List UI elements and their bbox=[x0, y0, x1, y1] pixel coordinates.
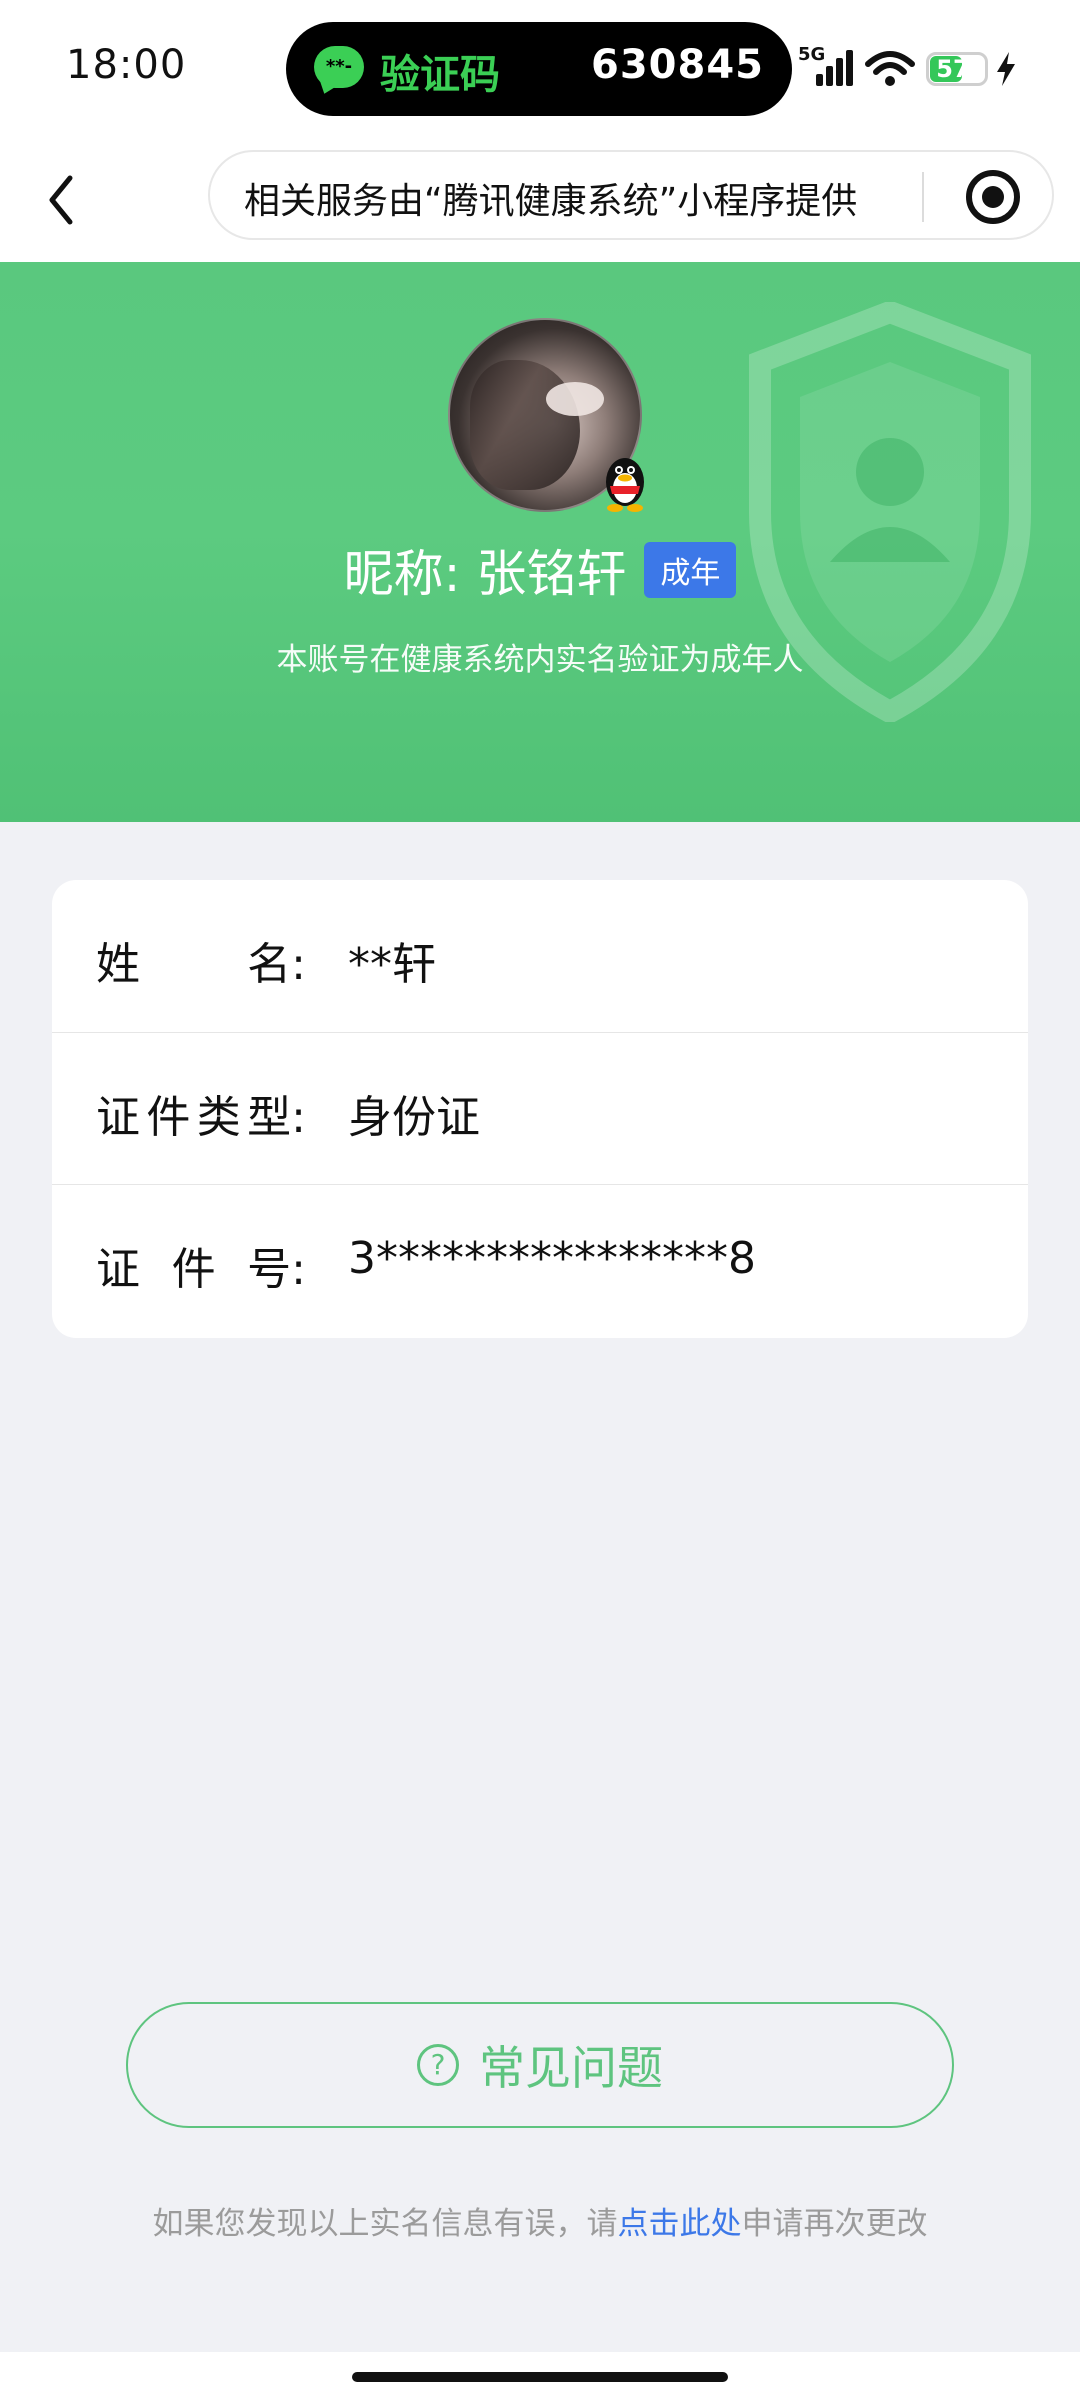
battery-icon: 57 bbox=[926, 52, 988, 86]
label-char: 名: bbox=[247, 939, 306, 990]
sms-code-notification[interactable]: **- 验证码 630845 bbox=[286, 22, 792, 116]
label-char: 类 bbox=[196, 1092, 241, 1143]
click-here-link[interactable]: 点击此处 bbox=[618, 2206, 742, 2242]
service-provider-capsule[interactable]: 相关服务由“腾讯健康系统”小程序提供 bbox=[208, 150, 1054, 240]
adult-badge: 成年 bbox=[644, 542, 737, 598]
correction-note-prefix: 如果您发现以上实名信息有误，请 bbox=[152, 2206, 618, 2242]
label-char: 型: bbox=[247, 1092, 306, 1143]
home-indicator[interactable] bbox=[352, 2372, 728, 2382]
qq-penguin-icon bbox=[606, 458, 644, 512]
sms-code-value: 630845 bbox=[591, 42, 764, 88]
label-char: 件 bbox=[146, 1092, 191, 1143]
verification-note: 本账号在健康系统内实名验证为成年人 bbox=[276, 642, 804, 678]
status-time: 18:00 bbox=[66, 42, 187, 88]
target-icon[interactable] bbox=[966, 170, 1020, 224]
label-char: 姓 bbox=[96, 939, 140, 990]
mini-program-nav-bar: 相关服务由“腾讯健康系统”小程序提供 bbox=[0, 140, 1080, 262]
status-bar: 18:00 **- 验证码 630845 5G 57 bbox=[0, 0, 1080, 140]
nickname-row: 昵称: 张铭轩 成年 bbox=[0, 534, 1080, 606]
charging-bolt-icon bbox=[997, 52, 1015, 86]
label-char: 证 bbox=[96, 1092, 140, 1143]
faq-label: 常见问题 bbox=[479, 2041, 663, 2095]
service-provider-text: 相关服务由“腾讯健康系统”小程序提供 bbox=[244, 181, 858, 220]
label-char: 号: bbox=[247, 1244, 306, 1295]
wifi-icon bbox=[865, 51, 915, 86]
correction-note-suffix: 申请再次更改 bbox=[741, 2206, 928, 2242]
question-icon: ? bbox=[417, 2044, 459, 2086]
name-value: **轩 bbox=[348, 939, 436, 990]
nickname: 昵称: 张铭轩 bbox=[343, 545, 627, 603]
name-label: 姓 名: bbox=[96, 928, 306, 992]
identity-info-card: 姓 名: **轩 证 件 类 型: 身份证 证 件 号: 3**********… bbox=[52, 880, 1028, 1338]
id-number-value: 3****************8 bbox=[348, 1233, 756, 1284]
sms-code-label: 验证码 bbox=[380, 52, 500, 98]
id-type-value: 身份证 bbox=[348, 1092, 480, 1143]
label-char: 证 bbox=[96, 1244, 140, 1295]
id-number-label: 证 件 号: bbox=[96, 1233, 306, 1297]
message-icon: **- bbox=[314, 46, 364, 88]
signal-icon bbox=[814, 50, 854, 86]
info-row-id-type: 证 件 类 型: 身份证 bbox=[52, 1032, 1028, 1184]
battery-percent: 57 bbox=[936, 55, 970, 83]
id-type-label: 证 件 类 型: bbox=[96, 1081, 306, 1145]
faq-button[interactable]: ? 常见问题 bbox=[126, 2002, 954, 2128]
label-char: 件 bbox=[171, 1244, 216, 1295]
info-row-id-number: 证 件 号: 3****************8 bbox=[52, 1184, 1028, 1336]
back-button[interactable] bbox=[36, 160, 96, 240]
correction-note: 如果您发现以上实名信息有误，请点击此处申请再次更改 bbox=[0, 2198, 1080, 2243]
service-provider-text-wrap: 相关服务由“腾讯健康系统”小程序提供 bbox=[244, 172, 884, 220]
capsule-divider bbox=[922, 172, 924, 222]
info-row-name: 姓 名: **轩 bbox=[52, 880, 1028, 1032]
profile-header: 昵称: 张铭轩 成年 本账号在健康系统内实名验证为成年人 bbox=[0, 262, 1080, 822]
